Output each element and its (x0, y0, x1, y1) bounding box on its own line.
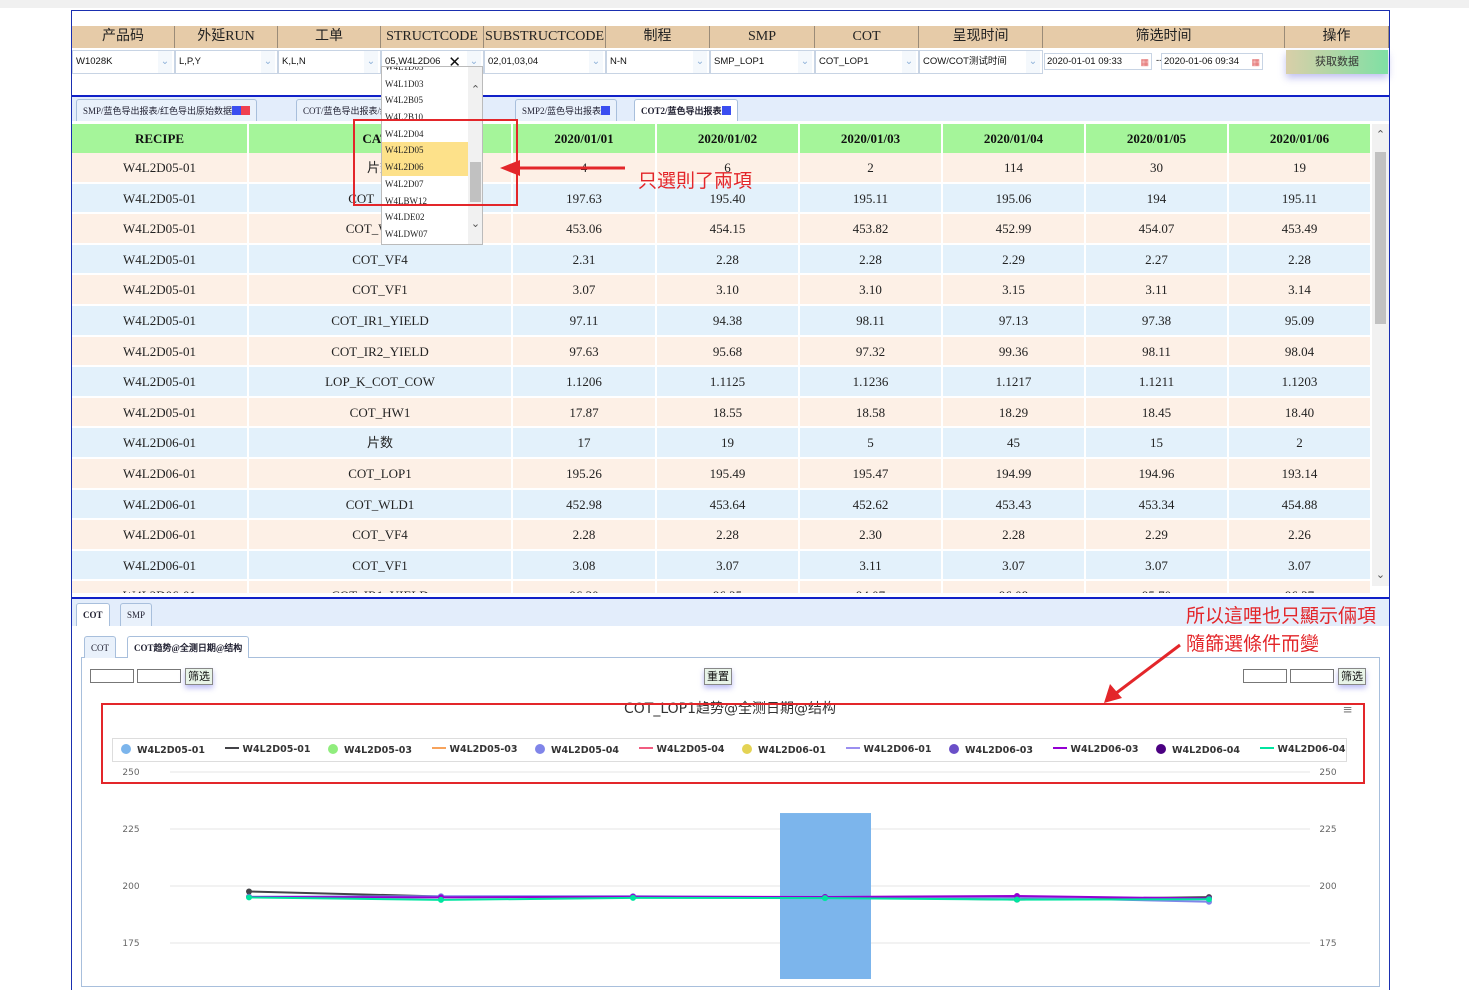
arrow-head (500, 160, 520, 176)
annotation-chart-note-1: 所以這哩也只顯示倆項 (1186, 605, 1377, 627)
annotation-dropdown-note: 只選則了兩項 (638, 170, 753, 192)
arrow-line (1114, 643, 1181, 696)
arrow-head (1104, 684, 1122, 703)
annotation-arrows (500, 160, 1181, 703)
annotation-chart-note-2: 隨篩選條件而變 (1186, 633, 1320, 655)
